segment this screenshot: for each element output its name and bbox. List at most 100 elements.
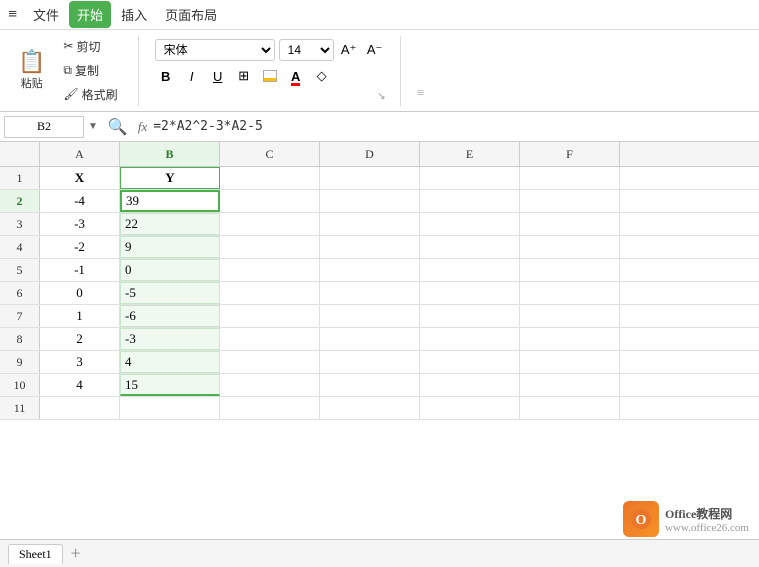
- cell-a1[interactable]: X: [40, 167, 120, 189]
- cell-a5[interactable]: -1: [40, 259, 120, 281]
- cell-c10[interactable]: [220, 374, 320, 396]
- cell-f4[interactable]: [520, 236, 620, 258]
- cell-b8[interactable]: -3: [120, 328, 220, 350]
- cell-reference-box[interactable]: B2: [4, 116, 84, 138]
- cell-f2[interactable]: [520, 190, 620, 212]
- cell-f5[interactable]: [520, 259, 620, 281]
- cell-b3[interactable]: 22: [120, 213, 220, 235]
- cell-f1[interactable]: [520, 167, 620, 189]
- format-brush-button[interactable]: 🖌 格式刷: [57, 84, 123, 105]
- menu-item-home[interactable]: 开始: [69, 1, 111, 28]
- sheet-tab-1[interactable]: Sheet1: [8, 544, 63, 564]
- add-sheet-button[interactable]: +: [71, 543, 81, 564]
- cell-a3[interactable]: -3: [40, 213, 120, 235]
- cell-d3[interactable]: [320, 213, 420, 235]
- cell-d2[interactable]: [320, 190, 420, 212]
- cell-a7[interactable]: 1: [40, 305, 120, 327]
- row-number-3[interactable]: 3: [0, 213, 40, 235]
- cell-d5[interactable]: [320, 259, 420, 281]
- cell-c1[interactable]: [220, 167, 320, 189]
- col-header-f[interactable]: F: [520, 142, 620, 166]
- row-number-1[interactable]: 1: [0, 167, 40, 189]
- cell-e1[interactable]: [420, 167, 520, 189]
- cell-c7[interactable]: [220, 305, 320, 327]
- cell-a8[interactable]: 2: [40, 328, 120, 350]
- cell-e10[interactable]: [420, 374, 520, 396]
- cell-d4[interactable]: [320, 236, 420, 258]
- cell-a6[interactable]: 0: [40, 282, 120, 304]
- col-header-d[interactable]: D: [320, 142, 420, 166]
- size-increase-button[interactable]: A⁺: [338, 39, 360, 61]
- cell-a4[interactable]: -2: [40, 236, 120, 258]
- cell-f9[interactable]: [520, 351, 620, 373]
- cell-d10[interactable]: [320, 374, 420, 396]
- copy-button[interactable]: ⧉ 复制: [57, 60, 123, 81]
- cell-c5[interactable]: [220, 259, 320, 281]
- bold-button[interactable]: B: [155, 65, 177, 87]
- row-number-5[interactable]: 5: [0, 259, 40, 281]
- cell-a11[interactable]: [40, 397, 120, 419]
- cell-a9[interactable]: 3: [40, 351, 120, 373]
- cell-b4[interactable]: 9: [120, 236, 220, 258]
- cell-e7[interactable]: [420, 305, 520, 327]
- underline-button[interactable]: U: [207, 65, 229, 87]
- cell-e5[interactable]: [420, 259, 520, 281]
- cell-e11[interactable]: [420, 397, 520, 419]
- cell-e2[interactable]: [420, 190, 520, 212]
- cell-b10[interactable]: 15: [120, 374, 220, 396]
- cell-b5[interactable]: 0: [120, 259, 220, 281]
- cell-f11[interactable]: [520, 397, 620, 419]
- col-header-c[interactable]: C: [220, 142, 320, 166]
- font-color-button[interactable]: A: [285, 65, 307, 87]
- paste-button[interactable]: 📋 粘贴: [10, 48, 53, 94]
- border-button[interactable]: ⊞: [233, 65, 255, 87]
- cell-a10[interactable]: 4: [40, 374, 120, 396]
- eraser-button[interactable]: ◇: [311, 65, 333, 87]
- fill-button[interactable]: [259, 65, 281, 87]
- cell-d1[interactable]: [320, 167, 420, 189]
- row-number-2[interactable]: 2: [0, 190, 40, 212]
- row-number-7[interactable]: 7: [0, 305, 40, 327]
- cell-c2[interactable]: [220, 190, 320, 212]
- cell-b11[interactable]: [120, 397, 220, 419]
- row-number-11[interactable]: 11: [0, 397, 40, 419]
- cell-b6[interactable]: -5: [120, 282, 220, 304]
- cell-f3[interactable]: [520, 213, 620, 235]
- formula-input[interactable]: [153, 119, 755, 134]
- row-number-6[interactable]: 6: [0, 282, 40, 304]
- menu-item-file[interactable]: 文件: [25, 1, 67, 28]
- cell-e9[interactable]: [420, 351, 520, 373]
- cell-b9[interactable]: 4: [120, 351, 220, 373]
- cell-c8[interactable]: [220, 328, 320, 350]
- cell-e8[interactable]: [420, 328, 520, 350]
- col-header-b[interactable]: B: [120, 142, 220, 166]
- font-group-expand-icon[interactable]: ↘: [377, 91, 385, 102]
- italic-button[interactable]: I: [181, 65, 203, 87]
- col-header-e[interactable]: E: [420, 142, 520, 166]
- cell-d9[interactable]: [320, 351, 420, 373]
- cell-f10[interactable]: [520, 374, 620, 396]
- menu-item-page-layout[interactable]: 页面布局: [157, 1, 225, 28]
- font-size-select[interactable]: 14: [279, 39, 334, 61]
- cell-b1[interactable]: Y: [120, 167, 220, 189]
- cell-a2[interactable]: -4: [40, 190, 120, 212]
- cell-d8[interactable]: [320, 328, 420, 350]
- cell-b7[interactable]: -6: [120, 305, 220, 327]
- row-number-9[interactable]: 9: [0, 351, 40, 373]
- align-expand-icon[interactable]: ≡: [417, 86, 425, 102]
- zoom-icon[interactable]: 🔍: [108, 117, 128, 137]
- cell-c9[interactable]: [220, 351, 320, 373]
- cell-f7[interactable]: [520, 305, 620, 327]
- cell-d6[interactable]: [320, 282, 420, 304]
- font-name-select[interactable]: 宋体: [155, 39, 275, 61]
- size-decrease-button[interactable]: A⁻: [364, 39, 386, 61]
- cell-c3[interactable]: [220, 213, 320, 235]
- row-number-10[interactable]: 10: [0, 374, 40, 396]
- hamburger-icon[interactable]: ≡: [8, 6, 17, 24]
- cut-button[interactable]: ✂ 剪切: [57, 36, 123, 57]
- cell-b2[interactable]: 39: [120, 190, 220, 212]
- row-number-8[interactable]: 8: [0, 328, 40, 350]
- cell-e4[interactable]: [420, 236, 520, 258]
- cell-c4[interactable]: [220, 236, 320, 258]
- cell-e3[interactable]: [420, 213, 520, 235]
